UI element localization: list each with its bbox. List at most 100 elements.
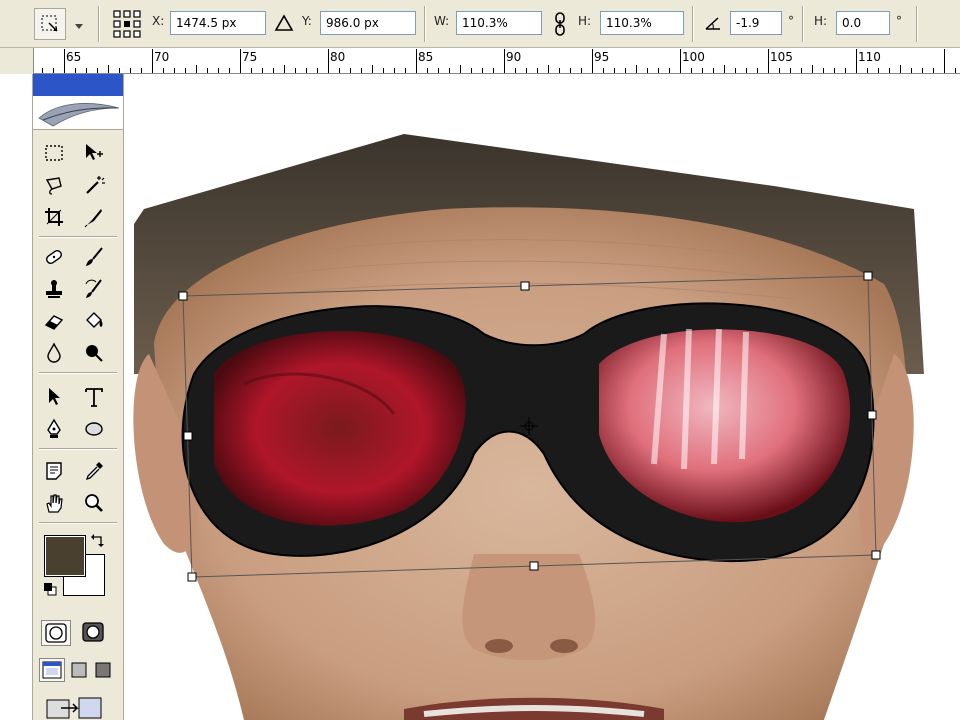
ruler-tick: [130, 68, 131, 73]
ruler-tick: [229, 68, 230, 73]
default-colors-icon[interactable]: [43, 582, 57, 596]
ruler-tick: [53, 68, 54, 73]
rectangular-marquee-tool[interactable]: [41, 140, 67, 166]
ruler-tick: [878, 68, 879, 73]
ruler-label: 100: [682, 50, 705, 64]
ruler-tick: [757, 68, 758, 73]
ruler-tick: [317, 68, 318, 73]
ruler-label: 65: [66, 50, 82, 64]
y-position-field[interactable]: 986.0 px: [320, 11, 416, 35]
ruler-label: 90: [506, 50, 522, 64]
ruler-tick: [944, 49, 945, 73]
magic-wand-tool[interactable]: [81, 172, 107, 198]
full-screen-mode-button[interactable]: [93, 660, 115, 680]
type-icon: [85, 388, 103, 407]
ruler-tick: [570, 68, 571, 73]
canvas-image: [133, 134, 924, 720]
ruler-tick: [504, 49, 505, 73]
hand-tool[interactable]: [41, 490, 67, 516]
notes-tool[interactable]: [41, 458, 67, 484]
rectangular-marquee-icon: [45, 145, 63, 161]
horizontal-skew-label: H:: [814, 14, 828, 28]
document-canvas[interactable]: [124, 74, 930, 720]
ruler-tick: [790, 68, 791, 73]
clone-stamp-tool[interactable]: [41, 276, 67, 302]
blur-tool[interactable]: [41, 340, 67, 366]
move-tool[interactable]: [81, 140, 107, 166]
photoshop-feather-logo[interactable]: [33, 96, 123, 130]
foreground-color-swatch[interactable]: [44, 535, 86, 577]
ruler-origin[interactable]: [0, 48, 34, 74]
jump-to-imageready-button[interactable]: [43, 694, 113, 720]
ruler-tick: [328, 49, 329, 73]
ruler-tick: [152, 49, 153, 73]
link-icon[interactable]: [552, 11, 568, 37]
ruler-tick: [141, 68, 142, 73]
ruler-label: 70: [154, 50, 170, 64]
ruler-tick: [955, 68, 956, 73]
lasso-tool[interactable]: [41, 172, 67, 198]
ruler-tick: [691, 68, 692, 73]
ruler-tick: [625, 68, 626, 73]
height-scale-field[interactable]: 110.3%: [600, 11, 684, 35]
ruler-tick: [372, 65, 373, 73]
rotate-angle-icon: [704, 15, 722, 31]
brush-tool[interactable]: [81, 244, 107, 270]
eyedropper-tool[interactable]: [81, 458, 107, 484]
ruler-tick: [97, 68, 98, 73]
crop-tool[interactable]: [41, 204, 67, 230]
full-screen-menu-icon: [71, 662, 87, 678]
ruler-tick: [713, 68, 714, 73]
dodge-tool[interactable]: [81, 340, 107, 366]
width-scale-field[interactable]: 110.3%: [456, 11, 542, 35]
path-selection-tool[interactable]: [41, 384, 67, 410]
eraser-icon: [44, 315, 64, 330]
path-selection-icon: [49, 388, 60, 405]
tool-preset-picker[interactable]: [34, 8, 66, 40]
type-tool[interactable]: [81, 384, 107, 410]
ruler-tick: [823, 68, 824, 73]
horizontal-skew-field[interactable]: 0.0: [836, 11, 890, 35]
paint-bucket-tool[interactable]: [81, 308, 107, 334]
horizontal-ruler[interactable]: 65 70 75 80 85 90 95 100 105 110: [0, 48, 960, 74]
ruler-tick: [559, 68, 560, 73]
ruler-tick: [240, 49, 241, 73]
ruler-tick: [592, 49, 593, 73]
w-label: W:: [434, 14, 450, 28]
zoom-tool[interactable]: [81, 490, 107, 516]
quick-mask-button[interactable]: [79, 620, 109, 646]
toolbox-title-bar[interactable]: [33, 74, 123, 96]
full-screen-menu-mode-button[interactable]: [69, 660, 91, 680]
ruler-tick: [526, 68, 527, 73]
y-label: Y:: [302, 14, 312, 28]
clone-stamp-icon: [46, 280, 62, 298]
eraser-tool[interactable]: [41, 308, 67, 334]
ruler-tick: [581, 68, 582, 73]
swap-colors-icon[interactable]: [91, 534, 105, 548]
chevron-down-icon[interactable]: [74, 20, 84, 29]
standard-mode-button[interactable]: [41, 620, 71, 646]
ruler-tick: [383, 68, 384, 73]
history-brush-tool[interactable]: [81, 276, 107, 302]
reference-point-locator[interactable]: [112, 9, 142, 39]
ruler-tick: [273, 68, 274, 73]
rotation-field[interactable]: -1.9: [730, 11, 782, 35]
ruler-tick: [724, 65, 725, 73]
skew-unit: °: [896, 14, 902, 28]
ruler-tick: [251, 68, 252, 73]
ruler-tick: [680, 49, 681, 73]
healing-brush-tool[interactable]: [41, 244, 67, 270]
relative-position-delta-icon[interactable]: [274, 13, 294, 33]
pen-tool[interactable]: [41, 416, 67, 442]
ellipse-shape-tool[interactable]: [81, 416, 107, 442]
ruler-tick: [460, 65, 461, 73]
h-label: H:: [578, 14, 592, 28]
dodge-icon: [86, 345, 103, 362]
slice-tool[interactable]: [81, 204, 107, 230]
ruler-tick: [262, 68, 263, 73]
ruler-tick: [746, 68, 747, 73]
ruler-tick: [218, 68, 219, 73]
x-position-field[interactable]: 1474.5 px: [170, 11, 266, 35]
ruler-tick: [834, 68, 835, 73]
standard-screen-mode-button[interactable]: [39, 658, 65, 682]
